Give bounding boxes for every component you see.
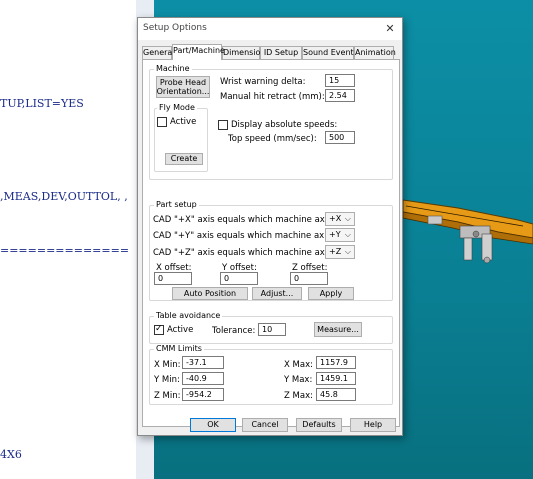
- tab-sound-events[interactable]: Sound Events: [302, 46, 358, 59]
- checkmark-icon: ✓: [155, 324, 163, 334]
- z-max-label: Z Max:: [284, 391, 313, 401]
- x-max-label: X Max:: [284, 360, 313, 370]
- z-min-label: Z Min:: [154, 391, 181, 401]
- y-min-input[interactable]: -40.9: [182, 372, 224, 385]
- auto-position-button[interactable]: Auto Position: [172, 287, 248, 300]
- y-max-label: Y Max:: [284, 375, 313, 385]
- tab-part-machine[interactable]: Part/Machine: [172, 44, 225, 60]
- dialog-title: Setup Options: [143, 23, 207, 33]
- setup-options-dialog: Setup Options ✕ General Part/Machine Dim…: [137, 17, 403, 436]
- cancel-button[interactable]: Cancel: [242, 418, 288, 432]
- create-button[interactable]: Create: [165, 153, 203, 165]
- top-speed-label: Top speed (mm/sec):: [228, 134, 317, 144]
- tab-dimension[interactable]: Dimension: [222, 46, 266, 59]
- cad-x-label: CAD "+X" axis equals which machine axis?: [153, 215, 337, 225]
- cmm-limits-group: CMM Limits X Min: -37.1 Y Min: -40.9 Z M…: [149, 344, 393, 405]
- cad-y-select[interactable]: +Y ⌵: [325, 228, 355, 242]
- display-absolute-speeds-checkbox[interactable]: [218, 120, 228, 130]
- y-offset-input[interactable]: 0: [220, 272, 258, 285]
- y-min-label: Y Min:: [154, 375, 180, 385]
- editor-line: 4X6: [0, 448, 22, 461]
- cad-part-model: [402, 199, 533, 264]
- part-setup-group: Part setup CAD "+X" axis equals which ma…: [149, 200, 393, 301]
- adjust-button[interactable]: Adjust...: [252, 287, 302, 300]
- fly-mode-active-checkbox[interactable]: [157, 117, 167, 127]
- close-icon[interactable]: ✕: [378, 18, 402, 40]
- code-editor[interactable]: TUP,LIST=YES ,MEAS,DEV,OUTTOL, , =======…: [0, 0, 136, 479]
- z-min-input[interactable]: -954.2: [182, 388, 224, 401]
- editor-line: ,MEAS,DEV,OUTTOL, ,: [0, 190, 128, 203]
- z-offset-input[interactable]: 0: [290, 272, 328, 285]
- table-avoidance-group: Table avoidance ✓ Active Tolerance: 10 M…: [149, 311, 393, 344]
- chevron-down-icon: ⌵: [344, 214, 351, 223]
- cad-x-select[interactable]: +X ⌵: [325, 212, 355, 226]
- table-avoidance-active-label: Active: [167, 325, 194, 335]
- y-max-input[interactable]: 1459.1: [316, 372, 356, 385]
- ok-button[interactable]: OK: [190, 418, 236, 432]
- table-avoidance-active-checkbox[interactable]: ✓: [154, 324, 164, 335]
- machine-group-label: Machine: [154, 64, 192, 73]
- chevron-down-icon: ⌵: [344, 247, 351, 256]
- tab-general[interactable]: General: [142, 46, 175, 59]
- cad-x-value: +X: [329, 214, 342, 223]
- help-button[interactable]: Help: [350, 418, 396, 432]
- display-absolute-speeds-label: Display absolute speeds:: [231, 120, 338, 130]
- cad-y-value: +Y: [329, 230, 341, 239]
- tab-animation[interactable]: Animation: [354, 46, 396, 59]
- x-min-label: X Min:: [154, 360, 181, 370]
- manual-hit-retract-input[interactable]: 2.54: [325, 89, 355, 102]
- tab-panel-part-machine: Machine Probe Head Orientation... Wrist …: [142, 59, 400, 427]
- chevron-down-icon: ⌵: [344, 230, 351, 239]
- part-setup-group-label: Part setup: [154, 200, 199, 209]
- fly-mode-active-label: Active: [170, 117, 197, 127]
- machine-group: Machine Probe Head Orientation... Wrist …: [149, 64, 393, 180]
- z-max-input[interactable]: 45.8: [316, 388, 356, 401]
- x-min-input[interactable]: -37.1: [182, 356, 224, 369]
- probe-head-orientation-button[interactable]: Probe Head Orientation...: [156, 76, 210, 98]
- tolerance-input[interactable]: 10: [258, 323, 286, 336]
- wrist-warning-input[interactable]: 15: [325, 74, 355, 87]
- defaults-button[interactable]: Defaults: [296, 418, 342, 432]
- wrist-warning-label: Wrist warning delta:: [220, 77, 306, 87]
- x-offset-input[interactable]: 0: [154, 272, 192, 285]
- tab-strip: General Part/Machine Dimension ID Setup …: [142, 44, 400, 60]
- editor-line: ==============: [0, 244, 130, 257]
- editor-line: TUP,LIST=YES: [0, 97, 84, 110]
- dialog-titlebar[interactable]: Setup Options ✕: [138, 18, 402, 40]
- cad-z-select[interactable]: +Z ⌵: [325, 245, 355, 259]
- manual-hit-retract-label: Manual hit retract (mm):: [220, 92, 325, 102]
- measure-button[interactable]: Measure...: [314, 322, 362, 337]
- tolerance-label: Tolerance:: [212, 326, 256, 336]
- apply-button[interactable]: Apply: [308, 287, 354, 300]
- fly-mode-label: Fly Mode: [157, 103, 197, 112]
- cmm-limits-group-label: CMM Limits: [154, 344, 204, 353]
- table-avoidance-group-label: Table avoidance: [154, 311, 223, 320]
- cad-y-label: CAD "+Y" axis equals which machine axis?: [153, 231, 336, 241]
- x-max-input[interactable]: 1157.9: [316, 356, 356, 369]
- cad-z-value: +Z: [329, 247, 342, 256]
- cad-z-label: CAD "+Z" axis equals which machine axis?: [153, 248, 337, 258]
- tab-id-setup[interactable]: ID Setup: [260, 46, 302, 59]
- top-speed-input[interactable]: 500: [325, 131, 355, 144]
- fly-mode-group: Fly Mode Active Create: [154, 103, 208, 172]
